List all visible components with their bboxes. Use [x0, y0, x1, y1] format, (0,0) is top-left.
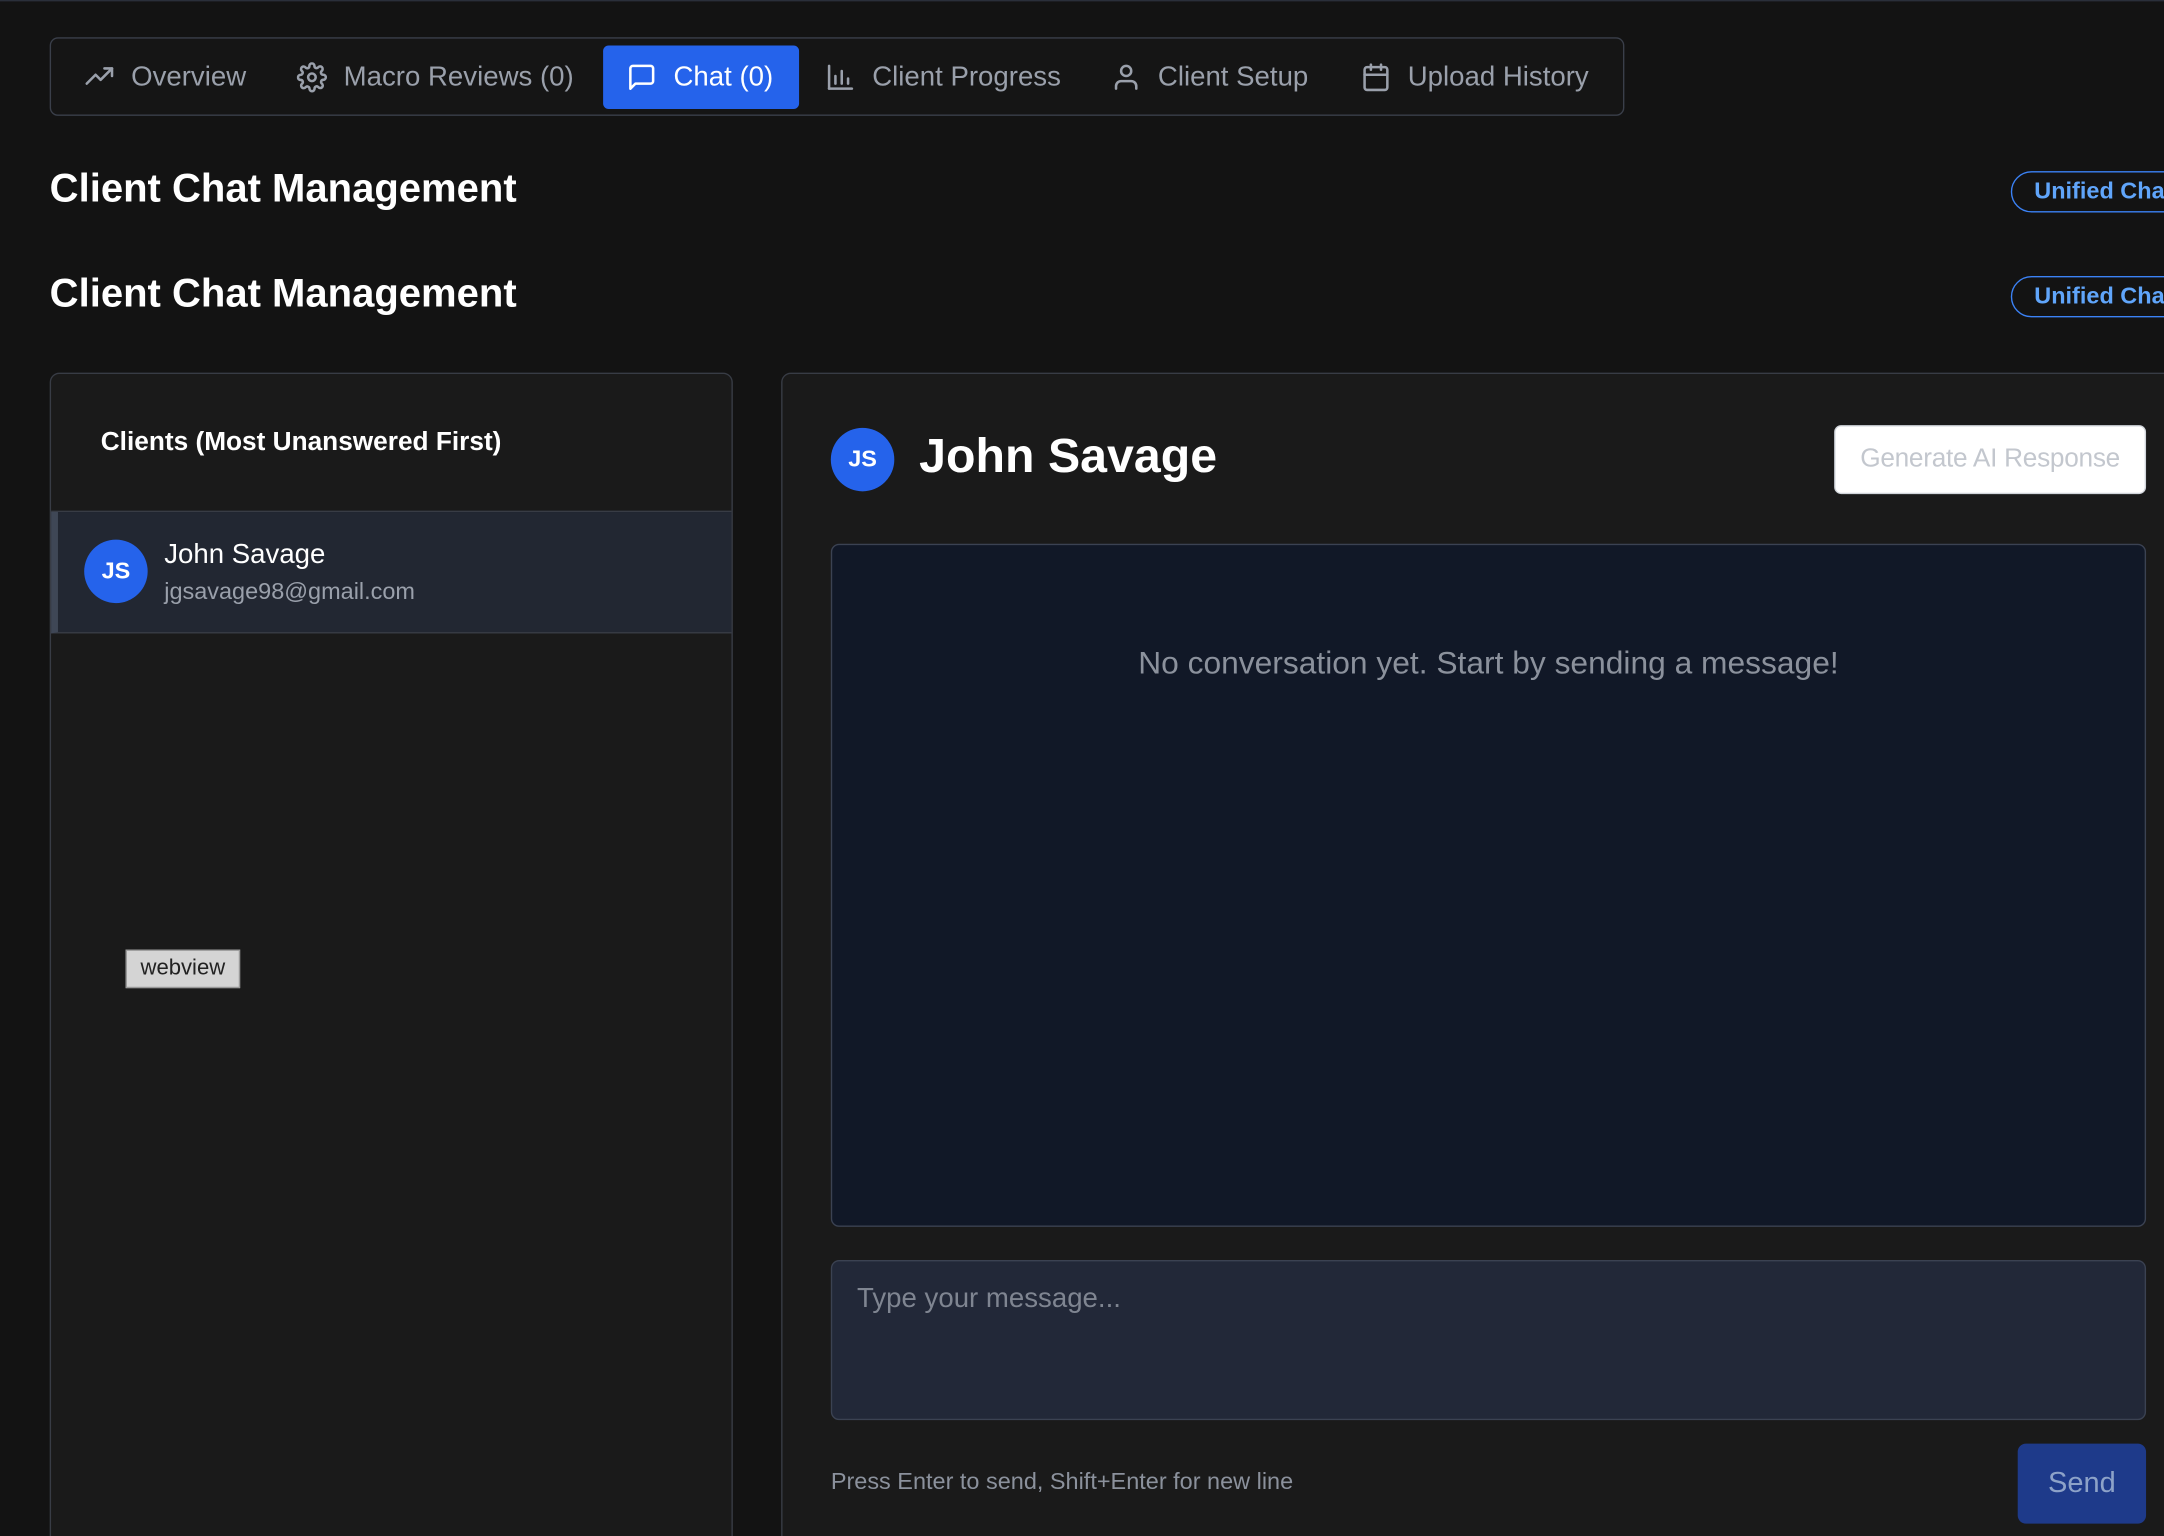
page-title: Client Chat Management [49, 166, 517, 212]
avatar: JS [84, 539, 148, 604]
tab-macro-reviews[interactable]: Macro Reviews (0) [296, 46, 574, 109]
conversation-area: No conversation yet. Start by sending a … [830, 543, 2147, 1227]
tab-overview[interactable]: Overview [84, 46, 246, 109]
generate-ai-response-button[interactable]: Generate AI Response [1834, 425, 2147, 495]
tab-label: Client Progress [872, 61, 1061, 92]
app-viewport: Overview Macro Reviews (0) Chat (0) Clie… [0, 0, 2164, 1536]
chat-header-avatar: JS [830, 427, 895, 492]
chat-client-name: John Savage [919, 429, 1218, 484]
unified-chat-badge-repeat: Unified Chat [2010, 276, 2164, 318]
tab-upload-history[interactable]: Upload History [1361, 46, 1589, 109]
user-icon [1114, 64, 1138, 90]
page-title-repeat: Client Chat Management [49, 271, 517, 317]
webview-label: webview [125, 949, 241, 989]
tab-label: Upload History [1407, 61, 1589, 92]
trending-up-icon [85, 67, 114, 85]
tab-chat[interactable]: Chat (0) [603, 45, 800, 110]
unified-chat-badge: Unified Chat [2010, 171, 2164, 213]
tab-label: Macro Reviews (0) [343, 61, 574, 92]
send-button[interactable]: Send [2017, 1443, 2147, 1524]
tab-client-progress[interactable]: Client Progress [825, 46, 1061, 109]
tab-bar: Overview Macro Reviews (0) Chat (0) Clie… [49, 37, 1625, 116]
bar-chart-icon [827, 64, 854, 90]
empty-conversation-message: No conversation yet. Start by sending a … [1138, 644, 1839, 681]
tab-client-setup[interactable]: Client Setup [1111, 46, 1308, 109]
gear-icon [296, 62, 328, 93]
chat-panel: JS John Savage Generate AI Response No c… [781, 372, 2164, 1536]
tab-label: Client Setup [1157, 61, 1309, 92]
calendar-icon [1363, 63, 1389, 92]
chat-bubble-icon [629, 64, 655, 90]
clients-header-label: Clients (Most Unanswered First) [100, 427, 502, 457]
client-name: John Savage [164, 539, 326, 570]
client-email: jgsavage98@gmail.com [164, 578, 415, 605]
message-input[interactable] [830, 1260, 2147, 1421]
clients-header: Clients (Most Unanswered First) [51, 374, 732, 513]
tab-label: Overview [131, 61, 247, 92]
tab-label: Chat (0) [673, 61, 774, 92]
client-list-item[interactable]: JS John Savage jgsavage98@gmail.com [51, 512, 732, 634]
send-hint: Press Enter to send, Shift+Enter for new… [830, 1468, 1294, 1495]
